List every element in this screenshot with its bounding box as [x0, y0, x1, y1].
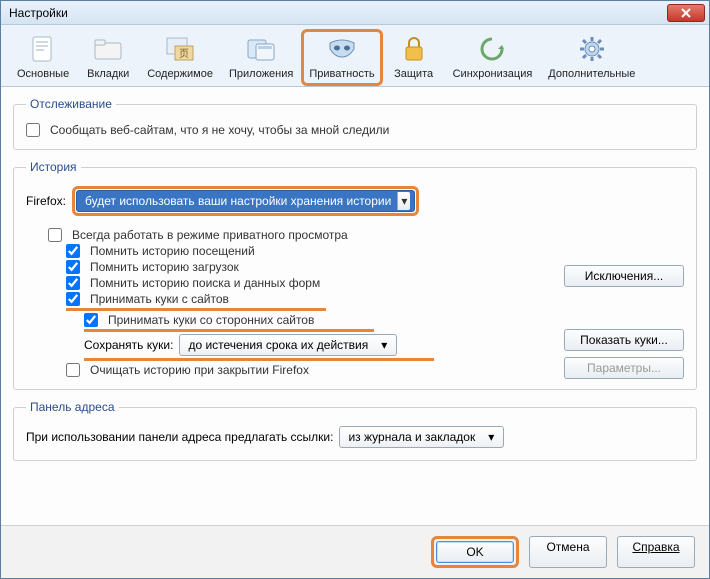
tab-sync[interactable]: Синхронизация: [445, 29, 541, 86]
exceptions-button[interactable]: Исключения...: [564, 265, 684, 287]
accept-thirdparty-label: Принимать куки со сторонних сайтов: [108, 313, 314, 327]
lock-icon: [398, 33, 430, 65]
ok-button[interactable]: OK: [436, 541, 514, 563]
tab-general[interactable]: Основные: [9, 29, 77, 86]
addressbar-label: При использовании панели адреса предлага…: [26, 430, 333, 444]
remember-downloads-checkbox[interactable]: [66, 260, 80, 274]
chevron-down-icon: ▾: [376, 338, 392, 352]
toolbar: Основные Вкладки 页 Содержимое Приложения…: [1, 25, 709, 87]
highlight-line-1: [66, 308, 326, 311]
tab-advanced[interactable]: Дополнительные: [540, 29, 643, 86]
svg-text:页: 页: [179, 48, 189, 60]
tab-tabs-label: Вкладки: [87, 68, 129, 80]
tab-general-label: Основные: [17, 68, 69, 80]
remember-browsing-checkbox[interactable]: [66, 244, 80, 258]
close-icon: [680, 8, 692, 18]
titlebar: Настройки: [1, 1, 709, 25]
history-mode-highlight: будет использовать ваши настройки хранен…: [72, 186, 419, 216]
cancel-button[interactable]: Отмена: [529, 536, 607, 568]
tab-security-label: Защита: [394, 68, 433, 80]
tab-advanced-label: Дополнительные: [548, 68, 635, 80]
tab-tabs[interactable]: Вкладки: [77, 29, 139, 86]
always-private-checkbox[interactable]: [48, 228, 62, 242]
accept-cookies-checkbox[interactable]: [66, 292, 80, 306]
content-icon: 页: [164, 33, 196, 65]
chevron-down-icon: ▾: [483, 430, 499, 444]
clear-on-close-checkbox[interactable]: [66, 363, 80, 377]
window-title: Настройки: [5, 6, 667, 20]
sync-icon: [476, 33, 508, 65]
tab-apps[interactable]: Приложения: [221, 29, 301, 86]
clear-on-close-label: Очищать историю при закрытии Firefox: [90, 363, 309, 377]
show-cookies-button[interactable]: Показать куки...: [564, 329, 684, 351]
content-area: Отслеживание Сообщать веб-сайтам, что я …: [1, 87, 709, 525]
highlight-line-3: [84, 358, 434, 361]
close-button[interactable]: [667, 4, 705, 22]
addressbar-value: из журнала и закладок: [348, 430, 475, 444]
tab-apps-label: Приложения: [229, 68, 293, 80]
firefox-label: Firefox:: [26, 194, 66, 208]
remember-downloads-label: Помнить историю загрузок: [90, 260, 239, 274]
highlight-line-2: [84, 329, 374, 332]
remember-search-label: Помнить историю поиска и данных форм: [90, 276, 320, 290]
ok-highlight: OK: [431, 536, 519, 568]
tab-security[interactable]: Защита: [383, 29, 445, 86]
tab-privacy-label: Приватность: [309, 68, 374, 80]
remember-search-checkbox[interactable]: [66, 276, 80, 290]
gear-icon: [576, 33, 608, 65]
tracking-legend: Отслеживание: [26, 97, 116, 111]
clear-settings-button: Параметры...: [564, 357, 684, 379]
history-buttons: Исключения... Показать куки... Параметры…: [564, 226, 684, 379]
addressbar-dropdown[interactable]: из журнала и закладок ▾: [339, 426, 504, 448]
tab-content[interactable]: 页 Содержимое: [139, 29, 221, 86]
keep-cookies-dropdown[interactable]: до истечения срока их действия ▾: [179, 334, 397, 356]
tab-sync-label: Синхронизация: [453, 68, 533, 80]
tab-privacy[interactable]: Приватность: [301, 29, 382, 86]
history-mode-value: будет использовать ваши настройки хранен…: [85, 194, 391, 208]
accept-cookies-label: Принимать куки с сайтов: [90, 292, 229, 306]
tab-content-label: Содержимое: [147, 68, 213, 80]
accept-thirdparty-checkbox[interactable]: [84, 313, 98, 327]
remember-browsing-label: Помнить историю посещений: [90, 244, 255, 258]
history-group: История Firefox: будет использовать ваши…: [13, 160, 697, 390]
addressbar-group: Панель адреса При использовании панели а…: [13, 400, 697, 461]
tracking-group: Отслеживание Сообщать веб-сайтам, что я …: [13, 97, 697, 150]
help-button[interactable]: Справка: [617, 536, 695, 568]
addressbar-legend: Панель адреса: [26, 400, 119, 414]
apps-icon: [245, 33, 277, 65]
dnt-label: Сообщать веб-сайтам, что я не хочу, чтоб…: [50, 123, 389, 137]
folder-icon: [92, 33, 124, 65]
mask-icon: [326, 33, 358, 65]
chevron-down-icon: ▾: [397, 192, 410, 210]
dnt-checkbox[interactable]: [26, 123, 40, 137]
history-mode-dropdown[interactable]: будет использовать ваши настройки хранен…: [76, 190, 415, 212]
always-private-label: Всегда работать в режиме приватного прос…: [72, 228, 348, 242]
keep-cookies-label: Сохранять куки:: [84, 338, 173, 352]
history-legend: История: [26, 160, 81, 174]
keep-cookies-value: до истечения срока их действия: [188, 338, 368, 352]
settings-window: Настройки Основные Вкладки 页 Содержимое: [0, 0, 710, 579]
page-icon: [27, 33, 59, 65]
dialog-buttons: OK Отмена Справка: [1, 525, 709, 578]
